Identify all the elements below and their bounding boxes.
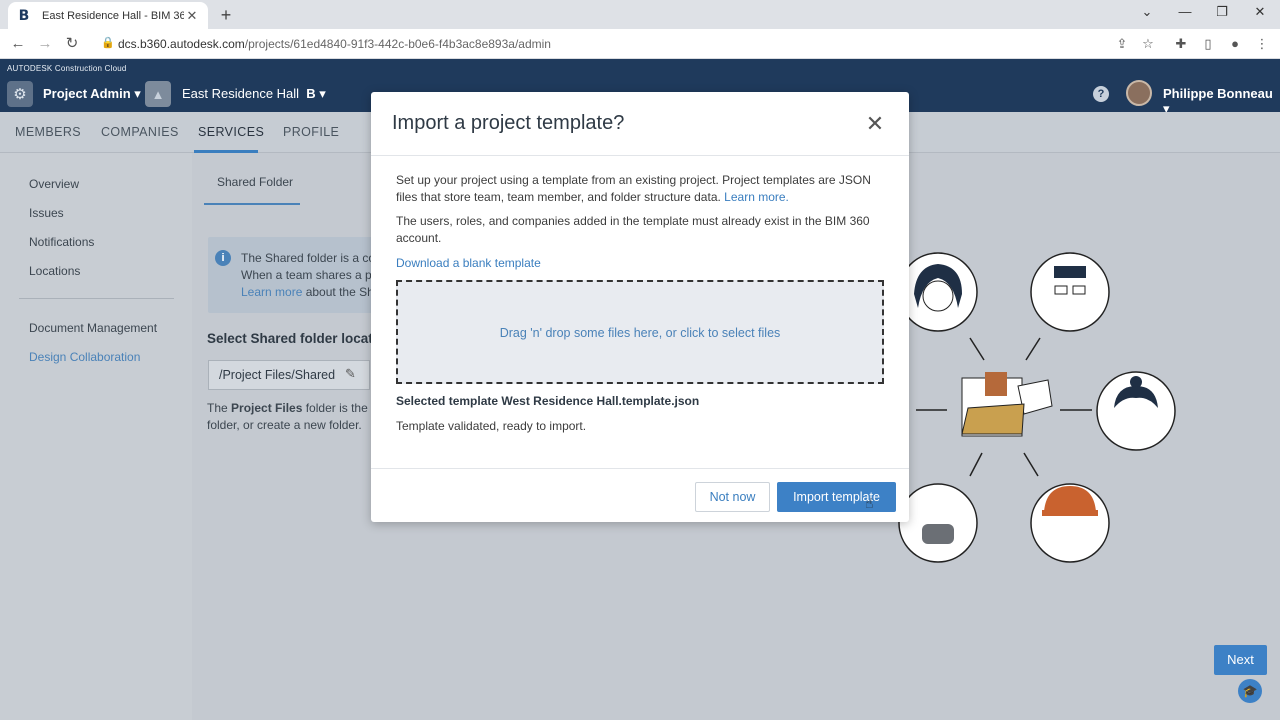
info-line-1: The Shared folder is a con <box>241 251 377 265</box>
dialog-requirement-text: The users, roles, and companies added in… <box>396 214 870 245</box>
info-text: The Shared folder is a con When a team s… <box>241 250 377 301</box>
description-text: Set up your project using a template fro… <box>396 173 871 204</box>
desc-bold: Project Files <box>231 401 303 415</box>
help-icon[interactable]: ? <box>1093 86 1109 102</box>
sidebar-item-locations[interactable]: Locations <box>29 264 80 278</box>
gear-icon[interactable]: ⚙ <box>7 81 33 107</box>
dialog-header: Import a project template? ✕ <box>371 92 909 156</box>
edit-pencil-icon[interactable]: ✎ <box>345 366 356 382</box>
browser-tab[interactable]: B East Residence Hall - BIM 360 De ✕ <box>8 2 208 29</box>
browser-tab-title: East Residence Hall - BIM 360 De <box>42 9 184 22</box>
desc-post: folder is the de <box>305 401 372 415</box>
module-switcher[interactable]: Project Admin ▾ <box>43 86 141 102</box>
learn-more-link[interactable]: Learn more <box>241 285 302 299</box>
person-avatar-2 <box>1030 252 1110 332</box>
sidebar-item-design-collaboration[interactable]: Design Collaboration <box>29 350 140 364</box>
person-avatar-1 <box>898 252 978 332</box>
browser-tabstrip: B East Residence Hall - BIM 360 De ✕ + ⌄… <box>0 0 1280 29</box>
url-field[interactable]: dcs.b360.autodesk.com/projects/61ed4840-… <box>118 37 551 51</box>
person-avatar-5 <box>1030 483 1110 563</box>
next-button[interactable]: Next <box>1214 645 1267 675</box>
validation-status: Template validated, ready to import. <box>396 419 587 433</box>
favicon-icon: B <box>18 7 30 24</box>
menu-icon[interactable]: ⋮ <box>1252 34 1272 54</box>
selected-template-label: Selected template West Residence Hall.te… <box>396 394 700 408</box>
extensions-icon[interactable]: ✚ <box>1171 34 1191 54</box>
project-switcher[interactable]: East Residence Hall B ▾ <box>182 86 326 102</box>
tab-members[interactable]: MEMBERS <box>15 125 81 139</box>
folder-icon <box>961 372 1053 437</box>
person-avatar-3 <box>1096 371 1176 451</box>
learning-panel-icon[interactable]: 🎓 <box>1238 679 1262 703</box>
tab-services[interactable]: SERVICES <box>198 125 264 139</box>
section-title: Select Shared folder location <box>207 331 372 346</box>
avatar[interactable] <box>1126 80 1152 106</box>
reload-icon[interactable]: ↻ <box>62 34 82 54</box>
collaboration-illustration <box>898 252 1176 563</box>
shared-folder-path-field[interactable]: /Project Files/Shared ✎ <box>208 360 370 390</box>
sidebar-item-issues[interactable]: Issues <box>29 206 64 220</box>
info-line-3: about the Sha <box>302 285 377 299</box>
services-sidebar: Overview Issues Notifications Locations … <box>0 153 192 720</box>
dialog-description: Set up your project using a template fro… <box>396 172 886 206</box>
close-tab-icon[interactable]: ✕ <box>184 8 200 24</box>
download-blank-template-link[interactable]: Download a blank template <box>396 256 541 270</box>
back-icon[interactable]: ← <box>8 34 28 54</box>
desc-pre: The <box>207 401 232 415</box>
info-line-2: When a team shares a pac <box>241 268 377 282</box>
close-icon[interactable]: ✕ <box>865 112 885 136</box>
sidebar-item-document-management[interactable]: Document Management <box>29 321 157 335</box>
sidebar-item-overview[interactable]: Overview <box>29 177 79 191</box>
tab-search-icon[interactable]: ⌄ <box>1137 4 1157 20</box>
forward-icon[interactable]: → <box>35 34 55 54</box>
dropzone-text: Drag 'n' drop some files here, or click … <box>499 326 781 340</box>
url-path: /projects/61ed4840-91f3-442c-b0e6-f4b3ac… <box>244 37 551 51</box>
not-now-button[interactable]: Not now <box>695 482 770 512</box>
tab-profile[interactable]: PROFILE <box>283 125 339 139</box>
path-value: /Project Files/Shared <box>219 368 336 382</box>
person-avatar-4 <box>898 483 978 563</box>
dialog-title: Import a project template? <box>392 112 625 134</box>
tab-companies[interactable]: COMPANIES <box>101 125 179 139</box>
file-dropzone[interactable]: Drag 'n' drop some files here, or click … <box>396 280 884 384</box>
share-icon[interactable]: ⇪ <box>1112 34 1132 54</box>
info-icon: i <box>215 250 231 266</box>
import-template-button[interactable]: Import template <box>777 482 896 512</box>
learn-more-link[interactable]: Learn more. <box>724 190 789 204</box>
minimize-icon[interactable]: — <box>1175 4 1195 19</box>
info-banner: i The Shared folder is a con When a team… <box>208 237 378 313</box>
sidepanel-icon[interactable]: ▯ <box>1198 34 1218 54</box>
sidebar-divider <box>19 298 174 299</box>
brand-logo: AUTODESK Construction Cloud <box>7 64 127 73</box>
tab-shared-folder[interactable]: Shared Folder <box>217 175 293 189</box>
lock-icon: 🔒 <box>101 37 115 49</box>
desc-line-2: folder, or create a new folder. <box>207 418 362 432</box>
close-window-icon[interactable]: ✕ <box>1250 4 1270 20</box>
profile-icon[interactable]: ● <box>1225 34 1245 54</box>
project-product-badge: B ▾ <box>306 86 326 101</box>
sidebar-item-notifications[interactable]: Notifications <box>29 235 94 249</box>
new-tab-icon[interactable]: + <box>216 5 236 25</box>
project-thumbnail-icon[interactable]: ▲ <box>145 81 171 107</box>
address-bar: ← → ↻ 🔒 dcs.b360.autodesk.com/projects/6… <box>0 29 1280 59</box>
folder-description: The Project Files folder is the de folde… <box>207 400 372 434</box>
bookmark-star-icon[interactable]: ☆ <box>1138 34 1158 54</box>
project-name: East Residence Hall <box>182 86 300 101</box>
import-template-dialog: Import a project template? ✕ Set up your… <box>371 92 909 522</box>
dialog-footer-divider <box>371 468 909 469</box>
subtab-indicator <box>204 203 300 205</box>
url-host: dcs.b360.autodesk.com <box>118 37 245 51</box>
hand-cursor-icon: ☝ <box>865 495 874 511</box>
restore-icon[interactable]: ❐ <box>1212 4 1232 20</box>
